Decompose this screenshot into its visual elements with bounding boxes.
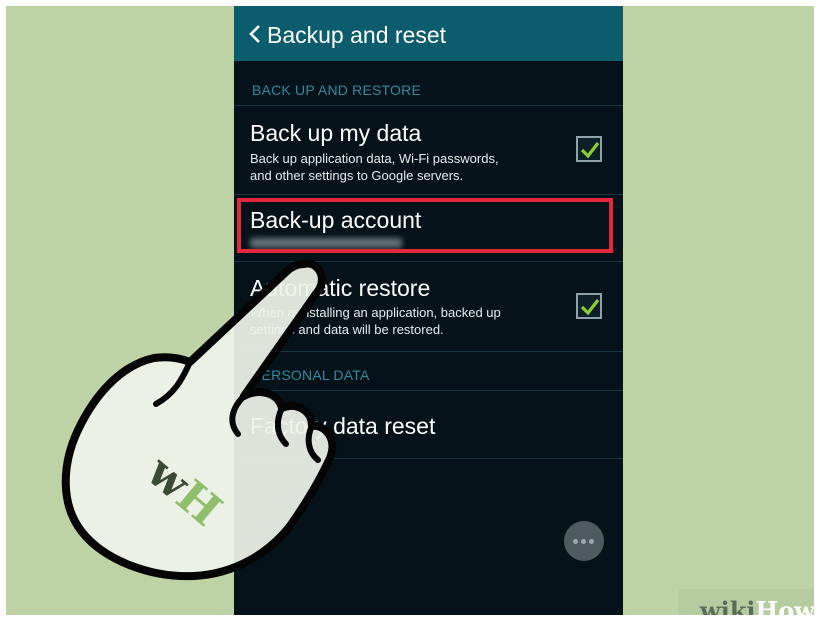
wikihow-watermark: wikiHow bbox=[700, 596, 814, 615]
illustration-background: Backup and reset BACK UP AND RESTORE Bac… bbox=[6, 6, 814, 615]
pointing-hand-icon: wH bbox=[61, 259, 337, 581]
